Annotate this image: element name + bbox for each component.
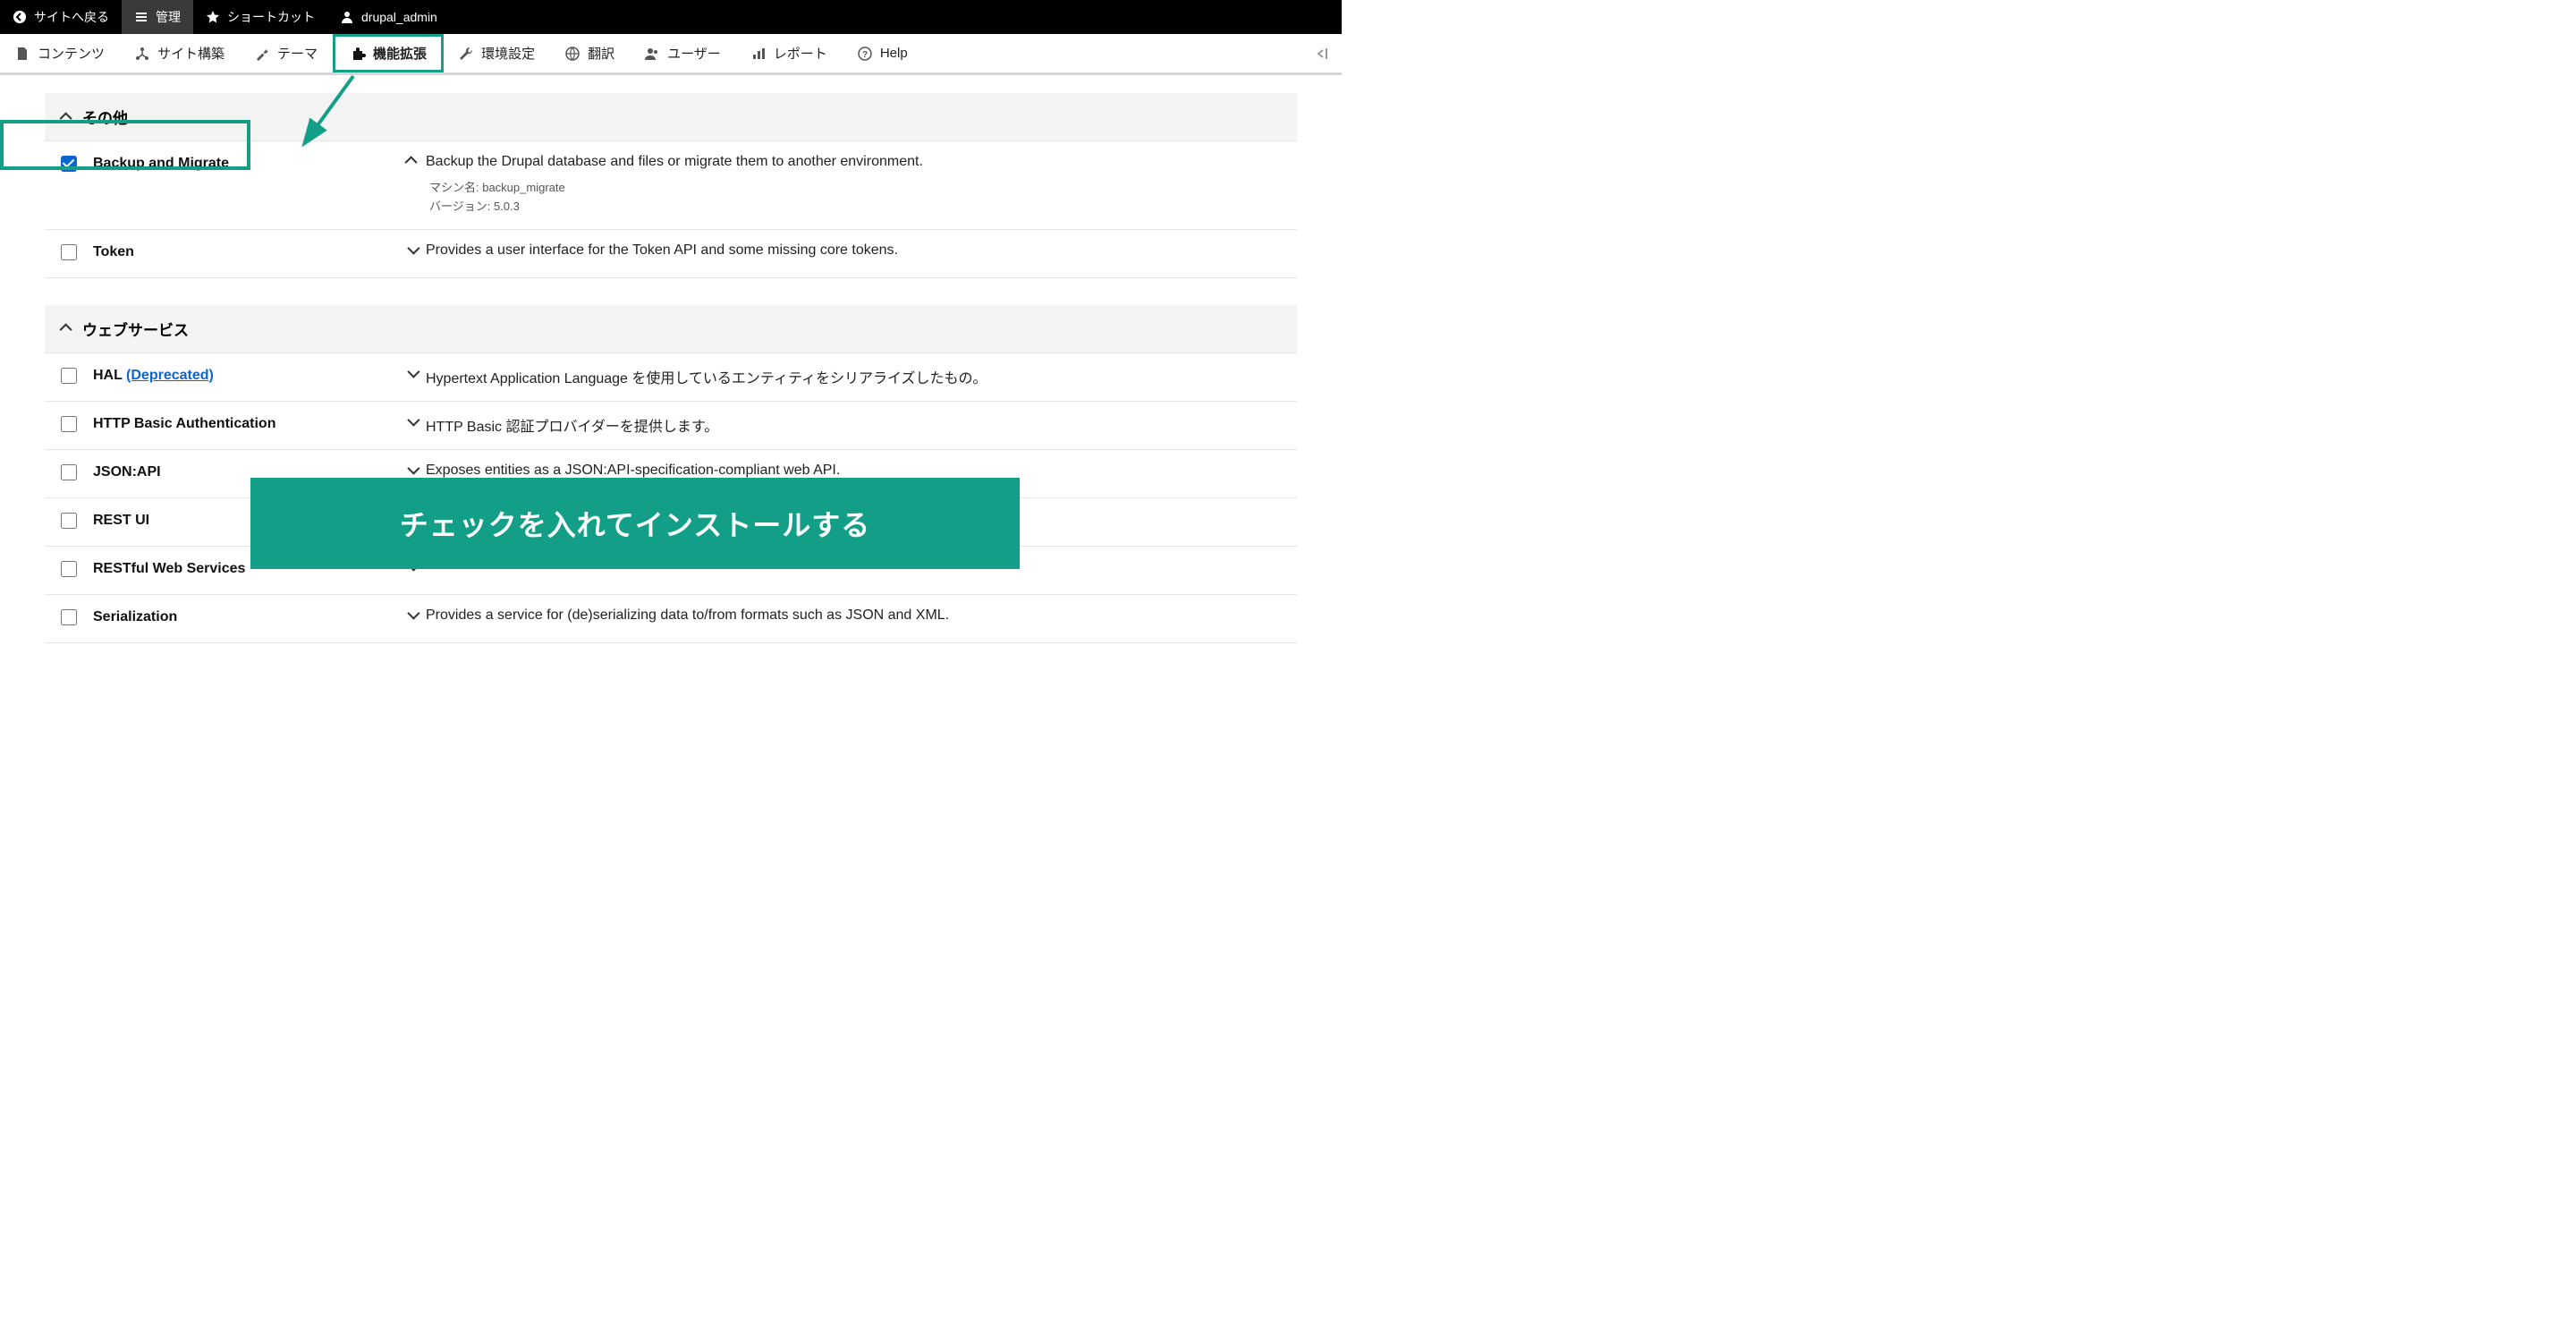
- tab-appearance[interactable]: テーマ: [240, 34, 333, 72]
- page-content: その他 Backup and Migrate Backup the Drupal…: [0, 75, 1342, 697]
- wrench-icon: [254, 46, 270, 62]
- module-checkbox-jsonapi[interactable]: [61, 464, 77, 480]
- wrench2-icon: [458, 46, 474, 62]
- username-label: drupal_admin: [361, 10, 437, 24]
- module-row-hal: HAL (Deprecated) Hypertext Application L…: [45, 353, 1297, 402]
- tab-reports-label: レポート: [774, 44, 827, 63]
- machine-name-label: マシン名: backup_migrate: [429, 179, 1281, 198]
- module-name-hal: HAL (Deprecated): [93, 366, 397, 384]
- module-checkbox-serialization[interactable]: [61, 609, 77, 625]
- module-checkbox-restui[interactable]: [61, 513, 77, 529]
- module-name-backup: Backup and Migrate: [93, 154, 397, 172]
- module-checkbox-backup[interactable]: [61, 156, 77, 172]
- help-icon: ?: [857, 46, 873, 62]
- hamburger-icon: [134, 10, 148, 24]
- module-desc-serialization: Provides a service for (de)serializing d…: [426, 607, 949, 624]
- module-row-token: Token Provides a user interface for the …: [45, 230, 1297, 278]
- module-desc-hal: Hypertext Application Language を使用しているエン…: [426, 366, 987, 387]
- tab-config[interactable]: 環境設定: [444, 34, 550, 72]
- annotation-banner: チェックを入れてインストールする: [250, 478, 1020, 569]
- tab-extend[interactable]: 機能拡張: [333, 34, 444, 72]
- chevron-up-icon[interactable]: [408, 154, 417, 170]
- toolbar-collapse-icon[interactable]: [1301, 34, 1342, 72]
- module-desc-jsonapi: Exposes entities as a JSON:API-specifica…: [426, 463, 840, 479]
- people-icon: [644, 46, 660, 62]
- chevron-down-icon[interactable]: [408, 242, 417, 259]
- back-arrow-icon: [13, 10, 27, 24]
- svg-text:?: ?: [862, 50, 868, 60]
- shortcuts-label: ショートカット: [227, 8, 315, 26]
- tab-appearance-label: テーマ: [277, 44, 318, 63]
- chevron-down-icon[interactable]: [408, 463, 417, 479]
- globe-icon: [564, 46, 580, 62]
- tab-help-label: Help: [880, 46, 908, 61]
- module-name-token: Token: [93, 242, 397, 260]
- chevron-up-icon: [61, 111, 73, 123]
- star-icon: [206, 10, 220, 24]
- module-name-serialization: Serialization: [93, 607, 397, 625]
- tab-content[interactable]: コンテンツ: [0, 34, 120, 72]
- deprecated-link[interactable]: (Deprecated): [126, 368, 214, 383]
- module-row-basicauth: HTTP Basic Authentication HTTP Basic 認証プ…: [45, 402, 1297, 450]
- module-name-basicauth: HTTP Basic Authentication: [93, 414, 397, 432]
- tab-content-label: コンテンツ: [38, 44, 105, 63]
- chevron-down-icon[interactable]: [408, 366, 417, 382]
- module-meta-backup: マシン名: backup_migrate バージョン: 5.0.3: [408, 179, 1281, 217]
- manage-label: 管理: [156, 8, 181, 26]
- module-desc-basicauth: HTTP Basic 認証プロバイダーを提供します。: [426, 414, 718, 436]
- module-row-serialization: Serialization Provides a service for (de…: [45, 595, 1297, 643]
- module-desc-backup: Backup the Drupal database and files or …: [426, 154, 923, 170]
- section-webservices-header[interactable]: ウェブサービス: [45, 305, 1297, 353]
- chart-icon: [750, 46, 767, 62]
- module-checkbox-basicauth[interactable]: [61, 416, 77, 432]
- tab-structure-label: サイト構築: [157, 44, 225, 63]
- chevron-down-icon[interactable]: [408, 414, 417, 430]
- version-label: バージョン: 5.0.3: [429, 198, 1281, 217]
- tab-reports[interactable]: レポート: [736, 34, 843, 72]
- manage-toggle[interactable]: 管理: [122, 0, 193, 34]
- file-icon: [14, 46, 30, 62]
- shortcuts-link[interactable]: ショートカット: [193, 0, 327, 34]
- tab-structure[interactable]: サイト構築: [120, 34, 240, 72]
- chevron-up-icon: [61, 322, 73, 335]
- admin-tabs: コンテンツ サイト構築 テーマ 機能拡張 環境設定 翻訳 ユーザー レポート ?…: [0, 34, 1342, 75]
- puzzle-icon: [350, 46, 366, 62]
- annotation-text: チェックを入れてインストールする: [400, 509, 870, 541]
- module-row-backup: Backup and Migrate Backup the Drupal dat…: [45, 141, 1297, 230]
- module-checkbox-hal[interactable]: [61, 368, 77, 384]
- structure-icon: [134, 46, 150, 62]
- admin-topbar: サイトへ戻る 管理 ショートカット drupal_admin: [0, 0, 1342, 34]
- tab-config-label: 環境設定: [481, 44, 535, 63]
- back-to-site-link[interactable]: サイトへ戻る: [0, 0, 122, 34]
- tab-translate[interactable]: 翻訳: [550, 34, 630, 72]
- tab-people-label: ユーザー: [667, 44, 721, 63]
- section-other-header[interactable]: その他: [45, 93, 1297, 141]
- user-menu[interactable]: drupal_admin: [327, 0, 450, 34]
- chevron-down-icon[interactable]: [408, 607, 417, 624]
- module-checkbox-token[interactable]: [61, 244, 77, 260]
- section-other-label: その他: [82, 106, 128, 128]
- user-icon: [340, 10, 354, 24]
- section-webservices-label: ウェブサービス: [82, 318, 189, 340]
- tab-extend-label: 機能拡張: [373, 44, 427, 63]
- tab-translate-label: 翻訳: [588, 44, 614, 63]
- tab-help[interactable]: ? Help: [843, 34, 923, 72]
- tab-people[interactable]: ユーザー: [630, 34, 736, 72]
- module-checkbox-restful[interactable]: [61, 561, 77, 577]
- back-to-site-label: サイトへ戻る: [34, 8, 109, 26]
- module-desc-token: Provides a user interface for the Token …: [426, 242, 898, 259]
